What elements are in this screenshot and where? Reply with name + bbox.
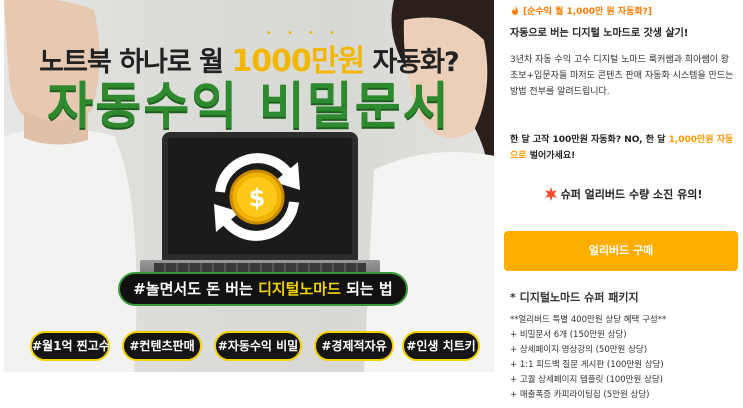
badge-text: [순수익 월 1,000만 원 자동화?] <box>523 7 652 17</box>
package-item: **얼리버드 특별 400만원 상당 혜택 구성** <box>510 315 667 325</box>
banner-slogan: #놀면서도 돈 버는 디지털노마드 되는 법 <box>118 272 408 306</box>
slogan-highlight: 디지털노마드 <box>258 280 341 298</box>
banner-title: 자동수익 비밀문서 <box>47 77 451 135</box>
tag-item: #컨텐츠판매 <box>122 331 202 361</box>
warning-text: 슈퍼 얼리버드 수량 소진 유의! <box>560 188 703 201</box>
burst-icon <box>544 187 557 201</box>
slogan-prefix: #놀면서도 돈 버는 <box>133 280 259 298</box>
stock-warning: 슈퍼 얼리버드 수량 소진 유의! <box>508 186 738 202</box>
tagline-suffix: 벌어가세요! <box>526 151 576 161</box>
product-banner-image: • • • • 노트북 하나로 월 1000만원 자동화? 자동수익 비밀문서 … <box>4 0 494 372</box>
package-item: + 매출폭증 카피라이팅집 (5만원 상당) <box>510 390 650 400</box>
package-item: + 고퀄 상세페이지 템플릿 (100만원 상당) <box>510 375 663 385</box>
tag-item: #인생 치트키 <box>402 331 480 361</box>
tagline-prefix: 한 달 고작 100만원 자동화? NO, 한 달 <box>510 135 669 145</box>
package-list: **얼리버드 특별 400만원 상당 혜택 구성** + 비밀문서 6개 (15… <box>510 313 738 403</box>
early-bird-buy-button[interactable]: 얼리버드 구매 <box>504 231 738 271</box>
fire-icon <box>512 5 518 15</box>
product-subtitle: 자동으로 버는 디지털 노마드로 갓생 살기! <box>510 28 689 39</box>
product-tagline: 한 달 고작 100만원 자동화? NO, 한 달 1,000만원 자동으로 벌… <box>510 132 736 164</box>
product-description: 3년차 자동 수익 고수 디지털 노마드 룩커쌤과 희아쌤이 왕초보+입문자들 … <box>510 55 734 97</box>
tag-item: #경제적자유 <box>314 331 394 361</box>
package-item: + 1:1 피드백 질문 게시판 (100만원 상당) <box>510 360 664 370</box>
tag-item: #자동수익 비밀 <box>214 331 302 361</box>
package-item: + 비밀문서 6개 (150만원 상당) <box>510 330 627 340</box>
refresh-arrows-icon: $ <box>214 153 300 241</box>
product-info-panel: [순수익 월 1,000만 원 자동화?] 자동으로 버는 디지털 노마드로 갓… <box>504 0 738 408</box>
package-title: * 디지털노마드 슈퍼 패키지 <box>510 291 639 304</box>
tag-item: #월1억 찐고수 <box>30 331 110 361</box>
product-badge: [순수익 월 1,000만 원 자동화?] <box>510 4 652 17</box>
banner-tags: #월1억 찐고수 #컨텐츠판매 #자동수익 비밀 #경제적자유 #인생 치트키 <box>30 331 480 361</box>
package-item: + 상세페이지 영상강의 (50만원 상당) <box>510 345 648 355</box>
coin-symbol: $ <box>249 184 266 212</box>
slogan-suffix: 되는 법 <box>340 280 393 298</box>
